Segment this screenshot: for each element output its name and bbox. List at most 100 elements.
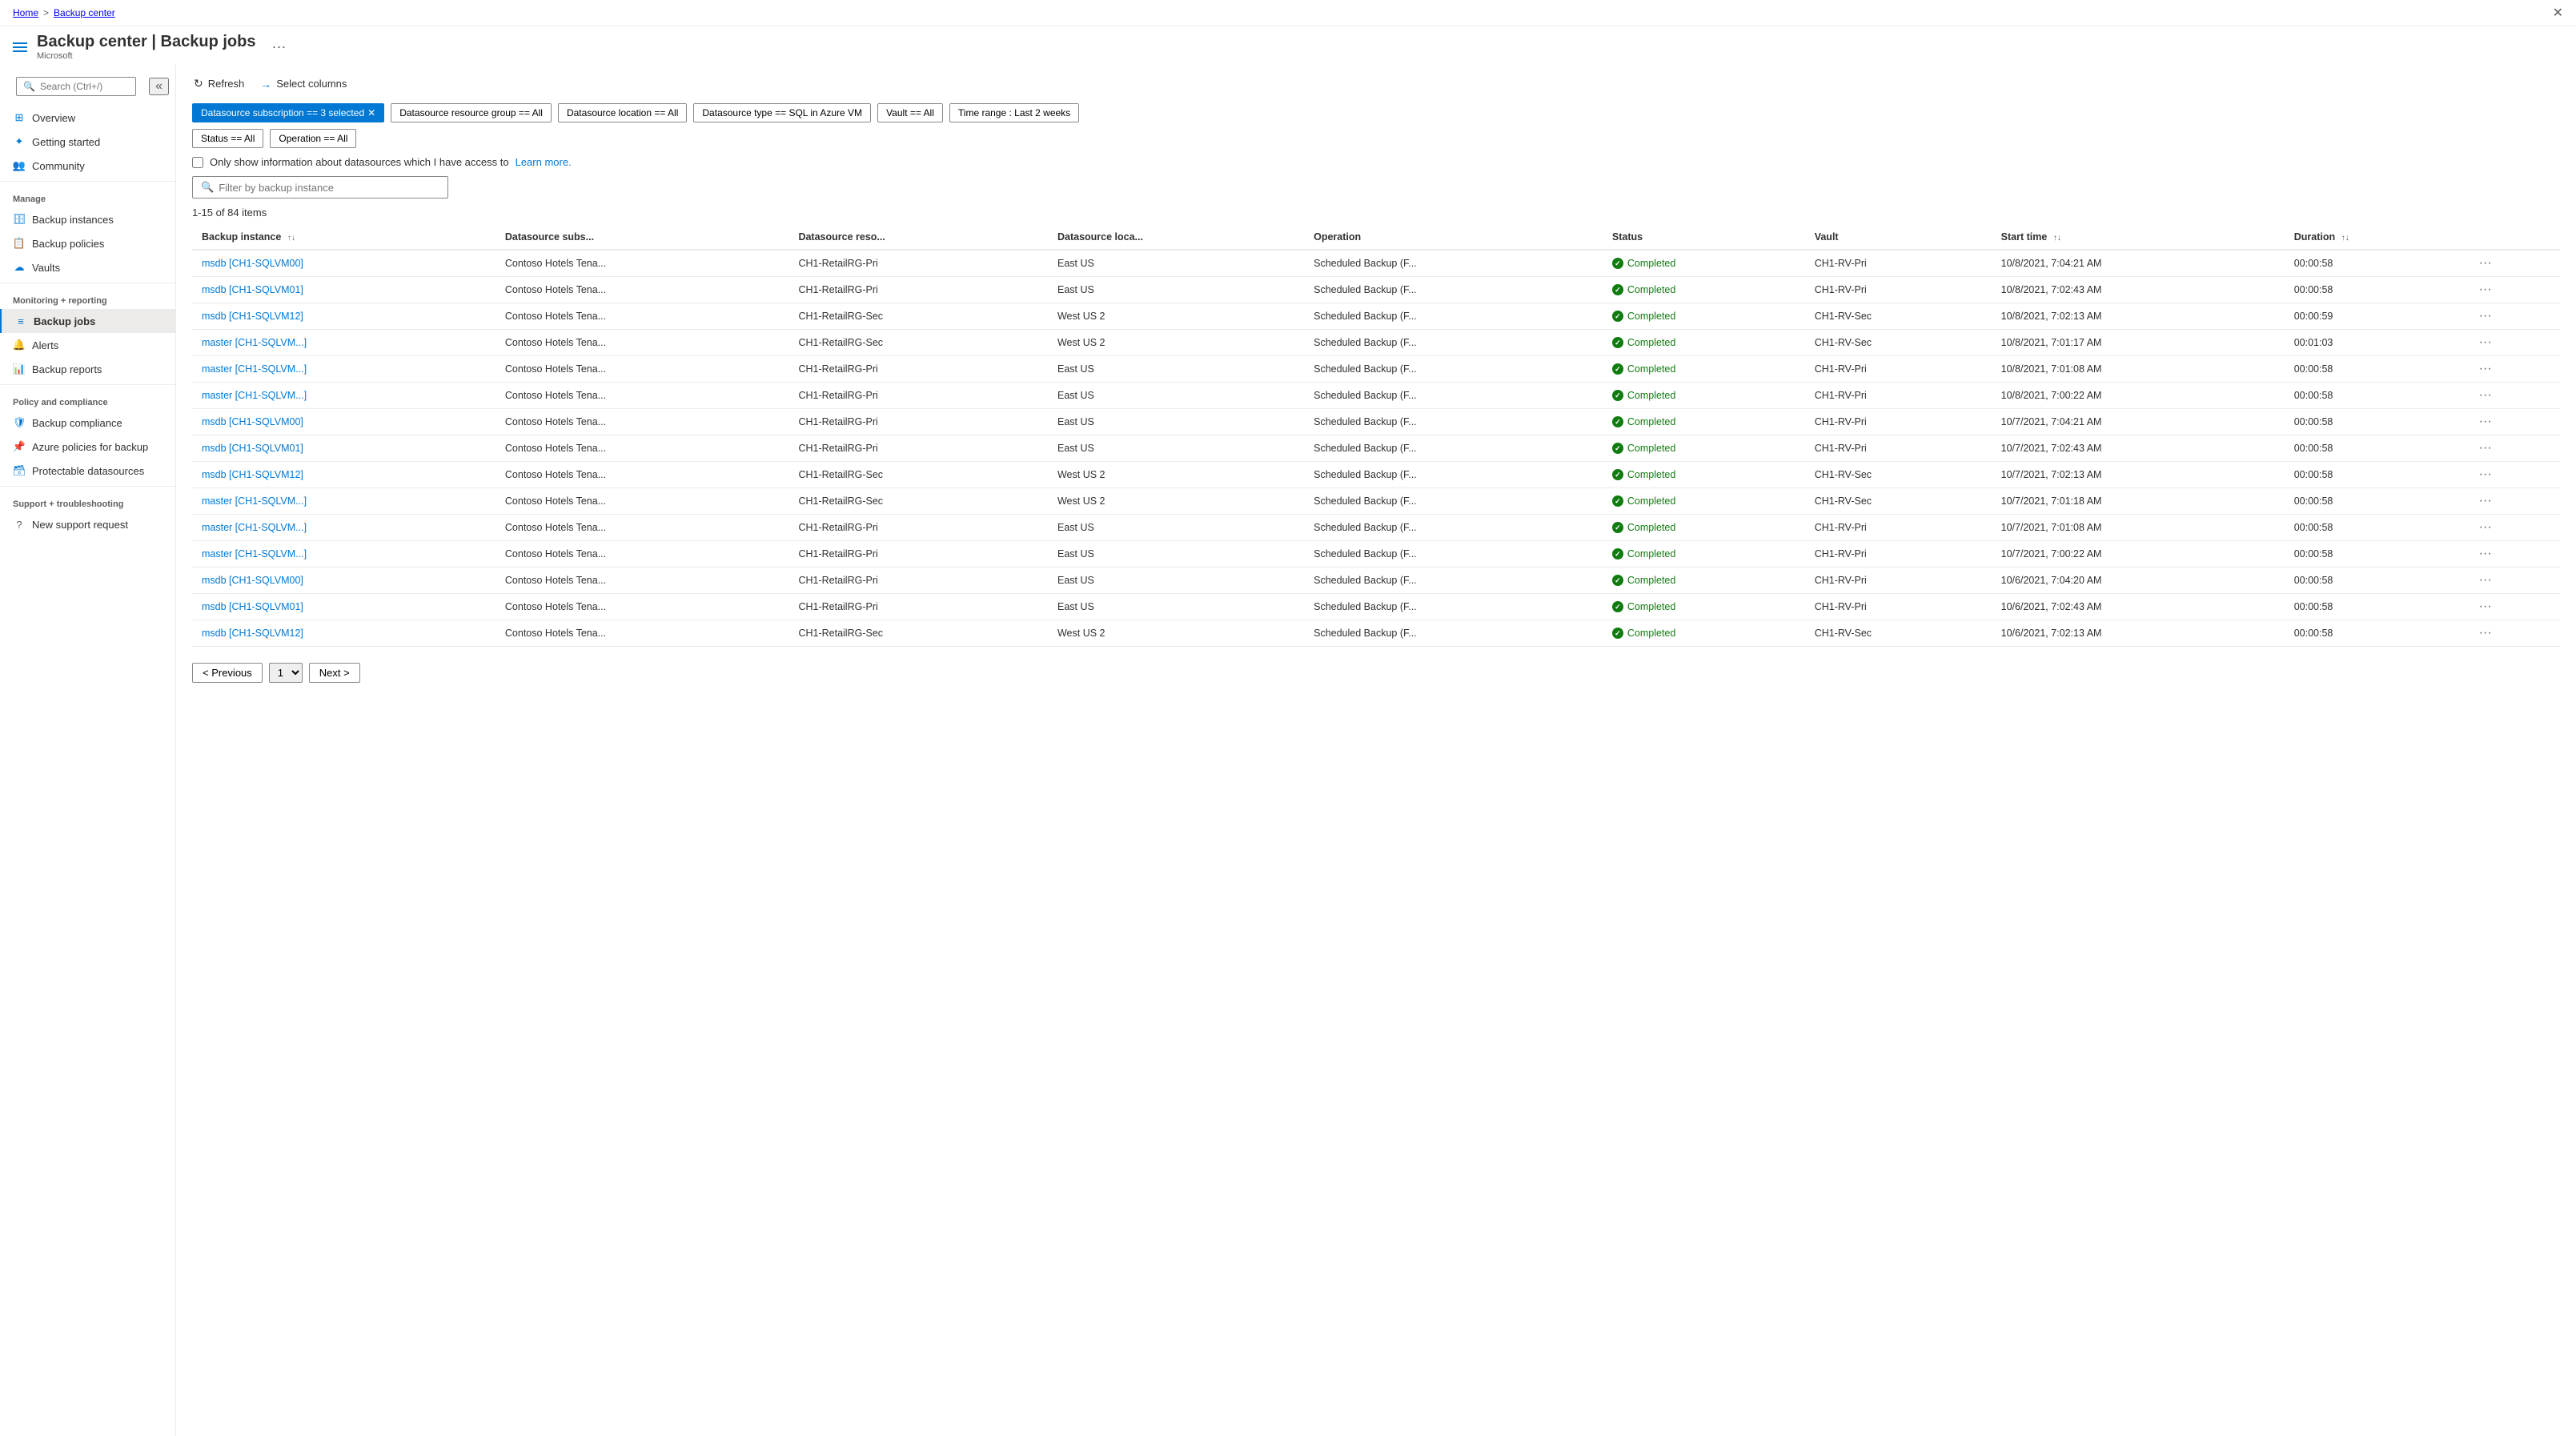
- filter-chip-datasource-subscription[interactable]: Datasource subscription == 3 selected ✕: [192, 103, 384, 122]
- learn-more-link[interactable]: Learn more.: [516, 156, 572, 168]
- filter-search-box[interactable]: 🔍: [192, 176, 448, 199]
- sidebar-item-new-support[interactable]: ? New support request: [0, 512, 175, 536]
- select-columns-button[interactable]: → Select columns: [259, 74, 348, 94]
- filter-search-input[interactable]: [219, 182, 439, 194]
- cell-more-actions[interactable]: ···: [2466, 250, 2560, 277]
- cell-more-actions[interactable]: ···: [2466, 383, 2560, 409]
- cell-status: Completed: [1603, 568, 1805, 594]
- sidebar-item-label: Backup reports: [32, 363, 102, 375]
- filter-chip-datasource-type[interactable]: Datasource type == SQL in Azure VM: [693, 103, 871, 122]
- sort-icon-backup-instance[interactable]: ↑↓: [287, 234, 295, 243]
- row-more-button[interactable]: ···: [2476, 494, 2495, 508]
- sidebar-collapse-button[interactable]: «: [149, 78, 169, 95]
- sidebar-item-backup-reports[interactable]: 📊 Backup reports: [0, 357, 175, 381]
- table-row[interactable]: msdb [CH1-SQLVM00] Contoso Hotels Tena..…: [192, 568, 2560, 594]
- table-row[interactable]: msdb [CH1-SQLVM01] Contoso Hotels Tena..…: [192, 594, 2560, 620]
- row-more-button[interactable]: ···: [2476, 600, 2495, 614]
- table-row[interactable]: master [CH1-SQLVM...] Contoso Hotels Ten…: [192, 356, 2560, 383]
- table-row[interactable]: master [CH1-SQLVM...] Contoso Hotels Ten…: [192, 383, 2560, 409]
- cell-more-actions[interactable]: ···: [2466, 594, 2560, 620]
- table-row[interactable]: msdb [CH1-SQLVM12] Contoso Hotels Tena..…: [192, 620, 2560, 647]
- row-more-button[interactable]: ···: [2476, 362, 2495, 376]
- cell-start-time: 10/7/2021, 7:02:43 AM: [1992, 435, 2285, 462]
- sidebar-item-backup-jobs[interactable]: ≡ Backup jobs: [0, 309, 175, 333]
- cell-more-actions[interactable]: ···: [2466, 330, 2560, 356]
- table-row[interactable]: master [CH1-SQLVM...] Contoso Hotels Ten…: [192, 515, 2560, 541]
- sidebar-item-protectable-datasources[interactable]: 🗃 Protectable datasources: [0, 459, 175, 483]
- next-page-button[interactable]: Next >: [309, 663, 360, 683]
- cell-more-actions[interactable]: ···: [2466, 541, 2560, 568]
- table-row[interactable]: master [CH1-SQLVM...] Contoso Hotels Ten…: [192, 488, 2560, 515]
- status-completed-icon: [1612, 469, 1623, 480]
- sidebar-item-vaults[interactable]: ☁ Vaults: [0, 255, 175, 279]
- col-header-start-time[interactable]: Start time ↑↓: [1992, 225, 2285, 250]
- col-header-backup-instance[interactable]: Backup instance ↑↓: [192, 225, 496, 250]
- cell-more-actions[interactable]: ···: [2466, 435, 2560, 462]
- sidebar-item-community[interactable]: 👥 Community: [0, 154, 175, 178]
- cell-more-actions[interactable]: ···: [2466, 303, 2560, 330]
- row-more-button[interactable]: ···: [2476, 309, 2495, 323]
- sort-icon-duration[interactable]: ↑↓: [2341, 234, 2349, 243]
- table-row[interactable]: msdb [CH1-SQLVM12] Contoso Hotels Tena..…: [192, 303, 2560, 330]
- table-row[interactable]: master [CH1-SQLVM...] Contoso Hotels Ten…: [192, 541, 2560, 568]
- breadcrumb-home[interactable]: Home: [13, 7, 38, 18]
- more-options-icon[interactable]: ···: [271, 38, 286, 55]
- access-checkbox[interactable]: [192, 157, 203, 168]
- page-select[interactable]: 1 2 3 4 5 6: [269, 663, 303, 683]
- close-button[interactable]: ✕: [2553, 5, 2563, 21]
- sidebar-item-getting-started[interactable]: ✦ Getting started: [0, 130, 175, 154]
- table-row[interactable]: msdb [CH1-SQLVM00] Contoso Hotels Tena..…: [192, 250, 2560, 277]
- row-more-button[interactable]: ···: [2476, 626, 2495, 640]
- cell-more-actions[interactable]: ···: [2466, 488, 2560, 515]
- refresh-button[interactable]: ↻ Refresh: [192, 74, 246, 94]
- sidebar-item-backup-compliance[interactable]: 🛡 Backup compliance: [0, 411, 175, 435]
- table-row[interactable]: msdb [CH1-SQLVM01] Contoso Hotels Tena..…: [192, 277, 2560, 303]
- cell-more-actions[interactable]: ···: [2466, 620, 2560, 647]
- filter-chip-datasource-location[interactable]: Datasource location == All: [558, 103, 687, 122]
- row-more-button[interactable]: ···: [2476, 388, 2495, 403]
- filter-chip-datasource-resource-group[interactable]: Datasource resource group == All: [391, 103, 552, 122]
- sidebar-search-input[interactable]: [40, 81, 129, 92]
- sidebar-item-alerts[interactable]: 🔔 Alerts: [0, 333, 175, 357]
- previous-page-button[interactable]: < Previous: [192, 663, 263, 683]
- cell-start-time: 10/7/2021, 7:01:18 AM: [1992, 488, 2285, 515]
- sort-icon-start-time[interactable]: ↑↓: [2053, 234, 2061, 243]
- table-row[interactable]: msdb [CH1-SQLVM01] Contoso Hotels Tena..…: [192, 435, 2560, 462]
- filter-chip-status[interactable]: Status == All: [192, 129, 263, 148]
- cell-status: Completed: [1603, 250, 1805, 277]
- filter-chip-time-range[interactable]: Time range : Last 2 weeks: [949, 103, 1079, 122]
- row-more-button[interactable]: ···: [2476, 283, 2495, 297]
- row-more-button[interactable]: ···: [2476, 467, 2495, 482]
- table-row[interactable]: master [CH1-SQLVM...] Contoso Hotels Ten…: [192, 330, 2560, 356]
- sidebar-item-overview[interactable]: ⊞ Overview: [0, 106, 175, 130]
- cell-more-actions[interactable]: ···: [2466, 409, 2560, 435]
- cell-datasource-subs: Contoso Hotels Tena...: [496, 541, 789, 568]
- row-more-button[interactable]: ···: [2476, 520, 2495, 535]
- cell-more-actions[interactable]: ···: [2466, 277, 2560, 303]
- row-more-button[interactable]: ···: [2476, 573, 2495, 588]
- sidebar-item-azure-policies[interactable]: 📌 Azure policies for backup: [0, 435, 175, 459]
- filter-chip-vault[interactable]: Vault == All: [877, 103, 943, 122]
- sidebar-item-backup-instances[interactable]: 🗄 Backup instances: [0, 207, 175, 231]
- cell-more-actions[interactable]: ···: [2466, 515, 2560, 541]
- table-row[interactable]: msdb [CH1-SQLVM00] Contoso Hotels Tena..…: [192, 409, 2560, 435]
- cell-more-actions[interactable]: ···: [2466, 568, 2560, 594]
- table-row[interactable]: msdb [CH1-SQLVM12] Contoso Hotels Tena..…: [192, 462, 2560, 488]
- cell-vault: CH1-RV-Pri: [1805, 435, 1992, 462]
- filter-chip-label: Datasource resource group == All: [399, 107, 543, 118]
- col-header-duration[interactable]: Duration ↑↓: [2285, 225, 2466, 250]
- breadcrumb-current[interactable]: Backup center: [54, 7, 115, 18]
- row-more-button[interactable]: ···: [2476, 256, 2495, 271]
- status-label: Completed: [1627, 443, 1675, 454]
- hamburger-icon[interactable]: [13, 42, 27, 52]
- row-more-button[interactable]: ···: [2476, 547, 2495, 561]
- row-more-button[interactable]: ···: [2476, 441, 2495, 455]
- cell-more-actions[interactable]: ···: [2466, 462, 2560, 488]
- row-more-button[interactable]: ···: [2476, 415, 2495, 429]
- row-more-button[interactable]: ···: [2476, 335, 2495, 350]
- cell-more-actions[interactable]: ···: [2466, 356, 2560, 383]
- filter-chip-operation[interactable]: Operation == All: [270, 129, 356, 148]
- sidebar-search-box[interactable]: 🔍: [16, 77, 136, 96]
- sidebar-item-backup-policies[interactable]: 📋 Backup policies: [0, 231, 175, 255]
- breadcrumb-separator: >: [43, 7, 49, 18]
